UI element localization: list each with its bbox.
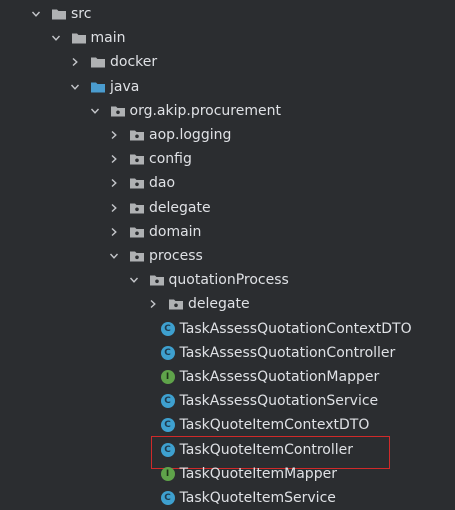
tree-item-label: TaskAssessQuotationController (179, 344, 396, 361)
tree-item-label: org.akip.procurement (129, 102, 281, 119)
tree-row-config[interactable]: config (0, 147, 455, 171)
chevron-down-icon[interactable] (30, 2, 42, 26)
chevron-down-icon[interactable] (69, 75, 81, 99)
tree-item-label: src (71, 6, 92, 22)
package-icon (129, 220, 145, 244)
chevron-right-icon[interactable] (108, 220, 120, 244)
class-icon: C (160, 442, 175, 457)
class-icon: C (160, 345, 175, 360)
tree-item-label: dao (149, 175, 176, 192)
tree-item-label: TaskQuoteItemContextDTO (179, 417, 370, 434)
tree-row-taskquoteitemcontextdto[interactable]: C TaskQuoteItemContextDTO (0, 413, 455, 437)
tree-item-label: docker (110, 54, 158, 71)
package-icon (129, 244, 145, 268)
chevron-right-icon[interactable] (108, 147, 120, 171)
tree-row-domain[interactable]: domain (0, 220, 455, 244)
tree-row-taskquoteitemmapper[interactable]: I TaskQuoteItemMapper (0, 462, 455, 486)
tree-row-dao[interactable]: dao (0, 171, 455, 195)
class-badge-icon: C (160, 389, 176, 413)
chevron-down-icon[interactable] (89, 99, 101, 123)
chevron-down-icon[interactable] (50, 26, 62, 50)
tree-row-main[interactable]: main (0, 26, 455, 50)
tree-row-delegate[interactable]: delegate (0, 196, 455, 220)
folder-icon (51, 2, 67, 26)
tree-item-label: process (149, 248, 203, 264)
tree-row-aop-logging[interactable]: aop.logging (0, 123, 455, 147)
tree-row-taskquoteitemcontroller[interactable]: C TaskQuoteItemController (0, 438, 455, 462)
tree-item-label: TaskQuoteItemMapper (179, 465, 337, 482)
tree-row-src[interactable]: src (0, 2, 455, 26)
class-badge-icon: C (160, 317, 176, 341)
project-tree: src main docker java org.akip.procurement aop… (0, 0, 455, 508)
tree-row-taskquoteitemservice[interactable]: C TaskQuoteItemService (0, 486, 455, 510)
interface-badge-icon: I (160, 365, 176, 389)
tree-row-java[interactable]: java (0, 75, 455, 99)
package-icon (110, 99, 126, 123)
class-badge-icon: C (160, 438, 176, 462)
tree-item-label: delegate (188, 296, 250, 313)
tree-item-label: TaskAssessQuotationMapper (179, 369, 380, 385)
tree-item-label: main (90, 30, 126, 47)
class-badge-icon: C (160, 413, 176, 437)
tree-item-label: quotationProcess (168, 272, 289, 289)
tree-row-taskassessquotationcontroller[interactable]: C TaskAssessQuotationController (0, 341, 455, 365)
interface-icon: I (160, 370, 175, 384)
tree-item-label: aop.logging (149, 127, 232, 143)
tree-item-label: TaskQuoteItemService (179, 490, 336, 506)
chevron-down-icon[interactable] (108, 244, 120, 268)
interface-badge-icon: I (160, 462, 176, 486)
package-icon (129, 171, 145, 195)
tree-row-org-akip-procurement[interactable]: org.akip.procurement (0, 99, 455, 123)
class-badge-icon: C (160, 341, 176, 365)
tree-item-label: java (110, 78, 140, 95)
package-icon (129, 147, 145, 171)
source-folder-icon (90, 75, 106, 99)
tree-row-delegate[interactable]: delegate (0, 292, 455, 316)
tree-row-taskassessquotationmapper[interactable]: I TaskAssessQuotationMapper (0, 365, 455, 389)
tree-row-process[interactable]: process (0, 244, 455, 268)
class-icon: C (160, 418, 175, 433)
class-icon: C (160, 491, 175, 505)
chevron-right-icon[interactable] (69, 50, 81, 74)
tree-row-taskassessquotationcontextdto[interactable]: C TaskAssessQuotationContextDTO (0, 317, 455, 341)
tree-item-label: config (149, 151, 192, 168)
tree-item-label: TaskQuoteItemController (179, 441, 354, 458)
tree-item-label: delegate (149, 199, 211, 216)
folder-icon (90, 50, 106, 74)
tree-row-docker[interactable]: docker (0, 50, 455, 74)
package-icon (129, 196, 145, 220)
class-badge-icon: C (160, 486, 176, 510)
class-icon: C (160, 321, 175, 336)
chevron-right-icon[interactable] (108, 196, 120, 220)
package-icon (168, 292, 184, 316)
class-icon: C (160, 394, 175, 409)
chevron-right-icon[interactable] (147, 292, 159, 316)
folder-icon (71, 26, 87, 50)
tree-row-taskassessquotationservice[interactable]: C TaskAssessQuotationService (0, 389, 455, 413)
chevron-right-icon[interactable] (108, 171, 120, 195)
chevron-right-icon[interactable] (108, 123, 120, 147)
chevron-down-icon[interactable] (128, 268, 140, 292)
package-icon (129, 123, 145, 147)
package-icon (149, 268, 165, 292)
tree-item-label: TaskAssessQuotationService (179, 393, 379, 410)
tree-item-label: domain (149, 223, 202, 240)
tree-row-quotationprocess[interactable]: quotationProcess (0, 268, 455, 292)
tree-item-label: TaskAssessQuotationContextDTO (179, 320, 412, 337)
interface-icon: I (160, 466, 175, 481)
